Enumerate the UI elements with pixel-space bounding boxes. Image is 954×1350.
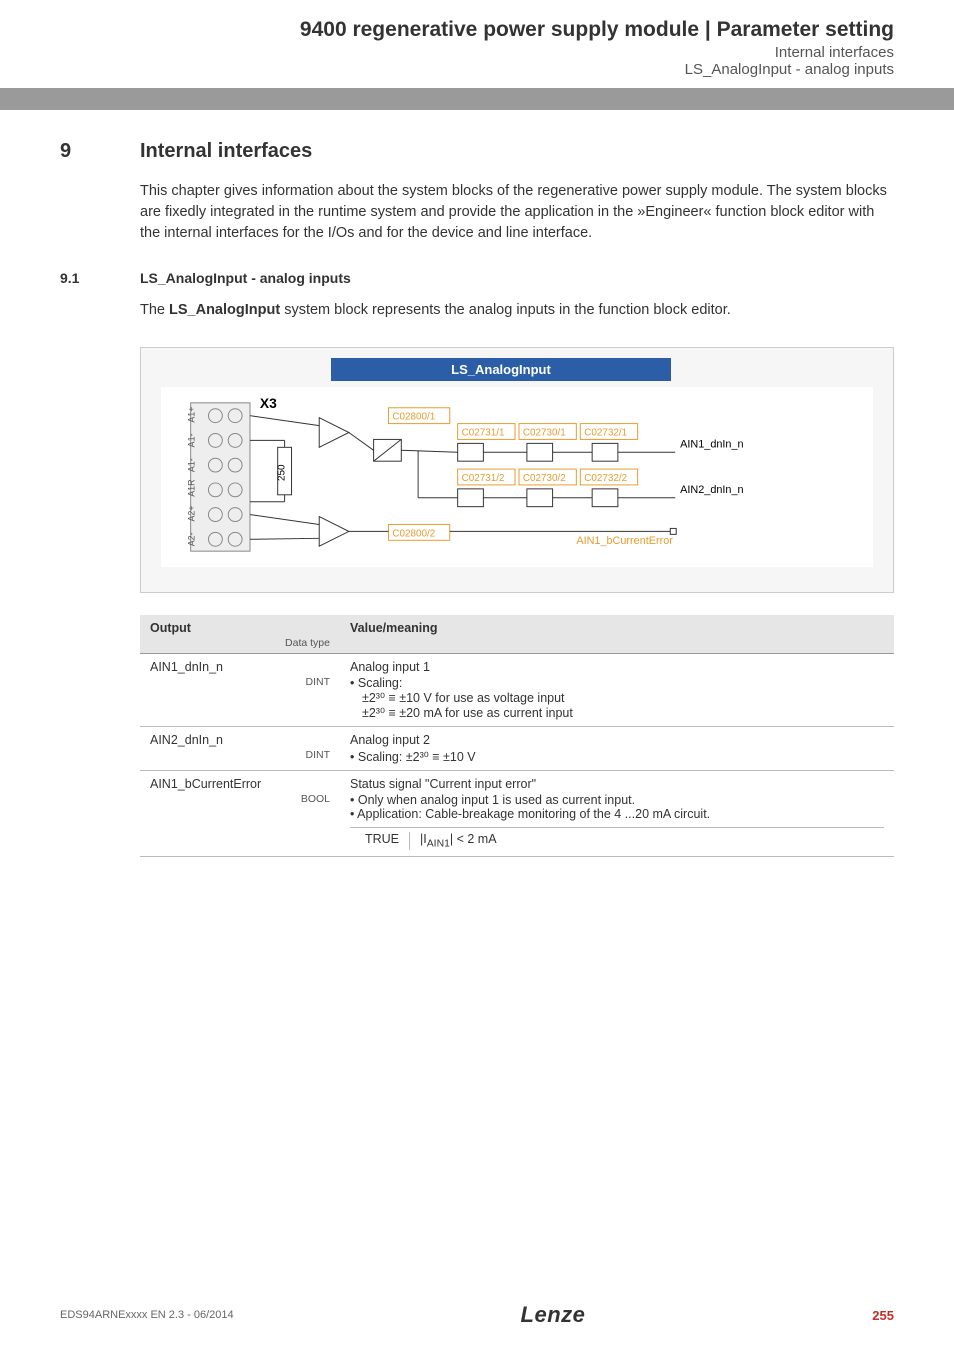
- svg-text:C02732/2: C02732/2: [584, 473, 627, 484]
- terminal-label: X3: [260, 395, 277, 411]
- svg-text:C02730/2: C02730/2: [523, 473, 566, 484]
- footer-page-number: 255: [872, 1308, 894, 1323]
- svg-text:C02732/1: C02732/1: [584, 428, 627, 439]
- row-dtype: DINT: [150, 676, 330, 688]
- svg-text:A1-: A1-: [187, 434, 197, 448]
- row-name: AIN1_dnIn_n: [150, 660, 223, 674]
- table-row: AIN1_dnIn_n DINT Analog input 1 Scaling:…: [140, 654, 894, 727]
- output-2: AIN2_dnIn_n: [680, 484, 743, 496]
- page-header: 9400 regenerative power supply module | …: [0, 0, 954, 88]
- svg-text:C02731/2: C02731/2: [462, 473, 505, 484]
- svg-text:A1+: A1+: [187, 407, 197, 423]
- row-title: Status signal "Current input error": [350, 777, 536, 791]
- output-3: AIN1_bCurrentError: [576, 535, 673, 547]
- inner-row: TRUE |IAIN1| < 2 mA: [350, 827, 884, 850]
- row-bullet: Application: Cable-breakage monitoring o…: [350, 807, 884, 821]
- svg-text:C02730/1: C02730/1: [523, 428, 566, 439]
- body-pre: The: [140, 302, 169, 318]
- diagram-title-bar: LS_AnalogInput: [331, 358, 671, 381]
- th-value: Value/meaning: [340, 615, 894, 654]
- th-output: Output Data type: [140, 615, 340, 654]
- row-name: AIN2_dnIn_n: [150, 733, 223, 747]
- svg-text:A2+: A2+: [187, 506, 197, 522]
- subsection-heading: 9.1 LS_AnalogInput - analog inputs: [60, 270, 894, 286]
- header-subtitle-1: Internal interfaces: [60, 44, 894, 61]
- footer-docid: EDS94ARNExxxx EN 2.3 - 06/2014: [60, 1309, 234, 1321]
- header-subtitle-2: LS_AnalogInput - analog inputs: [60, 61, 894, 78]
- section-heading: 9 Internal interfaces: [60, 140, 894, 163]
- svg-text:A1R: A1R: [187, 480, 197, 497]
- row-bullet: Scaling: ±2³⁰ ≡ ±10 V: [350, 749, 884, 764]
- section-number: 9: [60, 140, 140, 163]
- table-row: AIN2_dnIn_n DINT Analog input 2 Scaling:…: [140, 727, 894, 771]
- row-title: Analog input 1: [350, 660, 430, 674]
- svg-text:C02800/2: C02800/2: [392, 528, 435, 539]
- page-footer: EDS94ARNExxxx EN 2.3 - 06/2014 Lenze 255: [0, 1302, 954, 1328]
- svg-text:A1-: A1-: [187, 458, 197, 472]
- row-title: Analog input 2: [350, 733, 430, 747]
- output-1: AIN1_dnIn_n: [680, 438, 743, 450]
- row-bullet: Only when analog input 1 is used as curr…: [350, 793, 884, 807]
- header-title: 9400 regenerative power supply module | …: [60, 18, 894, 42]
- inner-val: |IAIN1| < 2 mA: [410, 832, 497, 850]
- table-row: AIN1_bCurrentError BOOL Status signal "C…: [140, 771, 894, 857]
- row-dtype: BOOL: [150, 793, 330, 805]
- block-diagram: X3 A1+ A1- A1- A1R A2+ A2- 250: [161, 387, 873, 567]
- section-title: Internal interfaces: [140, 140, 312, 163]
- diagram-container: LS_AnalogInput X3 A1+ A1- A1- A1R A2+ A2…: [140, 347, 894, 593]
- subsection-body: The LS_AnalogInput system block represen…: [140, 300, 894, 321]
- row-name: AIN1_bCurrentError: [150, 777, 261, 791]
- header-rule: [0, 88, 954, 110]
- output-table: Output Data type Value/meaning AIN1_dnIn…: [140, 615, 894, 857]
- section-body: This chapter gives information about the…: [140, 181, 894, 244]
- row-bullet: Scaling: ±2³⁰ ≡ ±10 V for use as voltage…: [350, 676, 884, 720]
- subsection-title: LS_AnalogInput - analog inputs: [140, 270, 351, 286]
- body-bold: LS_AnalogInput: [169, 302, 280, 318]
- page-content: 9 Internal interfaces This chapter gives…: [0, 110, 954, 857]
- inner-key: TRUE: [350, 832, 410, 850]
- body-post: system block represents the analog input…: [280, 302, 731, 318]
- footer-logo: Lenze: [521, 1302, 586, 1328]
- subsection-number: 9.1: [60, 270, 140, 286]
- row-dtype: DINT: [150, 749, 330, 761]
- resistor-label: 250: [277, 464, 288, 481]
- svg-text:C02731/1: C02731/1: [462, 428, 505, 439]
- svg-text:C02800/1: C02800/1: [392, 412, 435, 423]
- svg-text:A2-: A2-: [187, 532, 197, 546]
